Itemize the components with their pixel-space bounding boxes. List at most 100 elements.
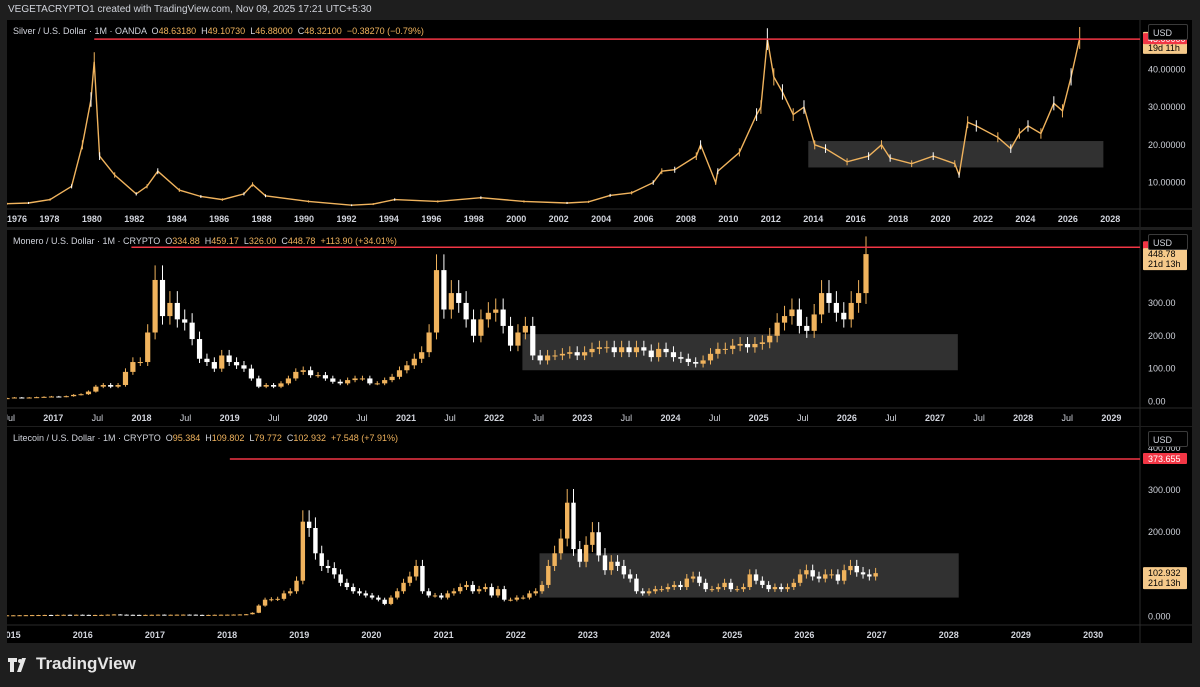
monero-chart-panel[interactable]: Monero / U.S. Dollar · 1M · CRYPTO O334.… <box>7 230 1192 426</box>
currency-button[interactable]: USD <box>1148 24 1188 40</box>
candle-body <box>508 599 513 601</box>
candle-body <box>779 587 784 590</box>
candle-body <box>483 587 488 590</box>
candle-body <box>507 325 514 346</box>
time-tick-label: 2027 <box>867 630 887 640</box>
candle-body <box>93 386 99 392</box>
candle-body <box>741 587 746 590</box>
candle-body <box>621 565 627 575</box>
candle-body <box>567 352 573 354</box>
candle-body <box>818 293 825 315</box>
price-tick-label: 0.000 <box>1148 612 1171 622</box>
candle-body <box>495 589 501 596</box>
candle-body <box>445 593 450 598</box>
candle-body <box>226 355 232 363</box>
candle-body <box>432 595 438 597</box>
candle-body <box>306 521 312 528</box>
candle-body <box>577 549 582 562</box>
candle-body <box>17 615 22 617</box>
candle-body <box>187 614 192 616</box>
time-tick-label: 1990 <box>294 214 314 224</box>
time-tick-label: 2024 <box>660 413 680 423</box>
candle-body <box>300 521 306 581</box>
candle-body <box>92 614 98 616</box>
time-tick-label: Jul <box>709 413 721 423</box>
candle-body <box>219 355 225 369</box>
price-tick-label: 200.00 <box>1148 331 1176 341</box>
candle-body <box>656 348 662 358</box>
candle-body <box>369 595 375 598</box>
time-tick-label: 2024 <box>1015 214 1035 224</box>
candle-body <box>841 570 847 581</box>
candle-body <box>697 576 702 583</box>
candle-body <box>359 378 366 380</box>
candle-body <box>145 332 151 363</box>
litecoin-chart-panel[interactable]: Litecoin / U.S. Dollar · 1M · CRYPTO O95… <box>7 427 1192 643</box>
candle-body <box>672 584 677 588</box>
time-tick-label: Jul <box>180 413 192 423</box>
candle-body <box>596 347 603 349</box>
change-value: −0.38270 (−0.79%) <box>346 26 424 36</box>
candle-body <box>401 582 406 592</box>
price-tick-label: 0.00 <box>1148 396 1166 406</box>
candle-body <box>590 532 595 545</box>
candle-body <box>61 614 66 616</box>
candle-body <box>48 396 55 398</box>
candle-body <box>716 587 721 590</box>
candle-body <box>811 314 817 331</box>
candle-body <box>604 347 610 349</box>
candle-body <box>753 574 759 581</box>
time-tick-label: 1998 <box>464 214 484 224</box>
candle-body <box>873 573 878 577</box>
candle-body <box>500 309 506 326</box>
time-tick-label: 1976 <box>7 214 27 224</box>
time-tick-label: 2023 <box>578 630 598 640</box>
time-tick-label: 2024 <box>650 630 670 640</box>
time-tick-label: 2018 <box>888 214 908 224</box>
candle-body <box>426 332 432 353</box>
candle-body <box>439 595 444 598</box>
high-value: 109.802 <box>211 433 245 443</box>
time-tick-label: 2020 <box>308 413 328 423</box>
candle-body <box>23 615 29 617</box>
candle-body <box>211 362 217 369</box>
high-value: 49.10730 <box>207 26 246 36</box>
time-tick-label: 2022 <box>484 413 504 423</box>
candle-body <box>571 502 576 550</box>
time-tick-label: 2016 <box>73 630 93 640</box>
price-tick-label: 40.00000 <box>1148 64 1186 74</box>
currency-button[interactable]: USD <box>1148 234 1188 250</box>
time-tick-label: 1996 <box>421 214 441 224</box>
time-tick-label: 2025 <box>749 413 769 423</box>
candle-body <box>308 370 314 376</box>
currency-button[interactable]: USD <box>1148 431 1188 447</box>
candle-body <box>665 587 671 590</box>
candle-body <box>426 591 431 596</box>
time-tick-label: 2006 <box>634 214 654 224</box>
candle-body <box>766 584 771 590</box>
candle-body <box>241 365 247 369</box>
time-tick-label: 1982 <box>124 214 144 224</box>
candle-body <box>789 309 795 317</box>
candle-body <box>367 378 373 384</box>
candle-body <box>678 584 683 588</box>
price-tick-label: 300.000 <box>1148 485 1181 495</box>
time-tick-label: 2025 <box>722 630 742 640</box>
candle-body <box>448 293 454 310</box>
candle-body <box>522 325 528 333</box>
change-value: +113.90 (+34.01%) <box>320 236 397 246</box>
close-value: 102.932 <box>293 433 326 443</box>
candle-body <box>413 565 419 577</box>
candle-body <box>85 391 92 395</box>
tradingview-footer[interactable]: TradingView <box>8 654 136 674</box>
candle-body <box>212 614 217 616</box>
price-tick-label: 100.00 <box>1148 364 1176 374</box>
silver-chart-panel[interactable]: Silver / U.S. Dollar · 1M · OANDA O48.63… <box>7 20 1192 227</box>
candle-body <box>633 347 640 353</box>
time-tick-label: 1984 <box>167 214 187 224</box>
candle-body <box>530 325 536 356</box>
candle-body <box>174 302 180 320</box>
candle-body <box>182 319 188 323</box>
candle-body <box>485 312 491 320</box>
candle-body <box>344 582 350 588</box>
